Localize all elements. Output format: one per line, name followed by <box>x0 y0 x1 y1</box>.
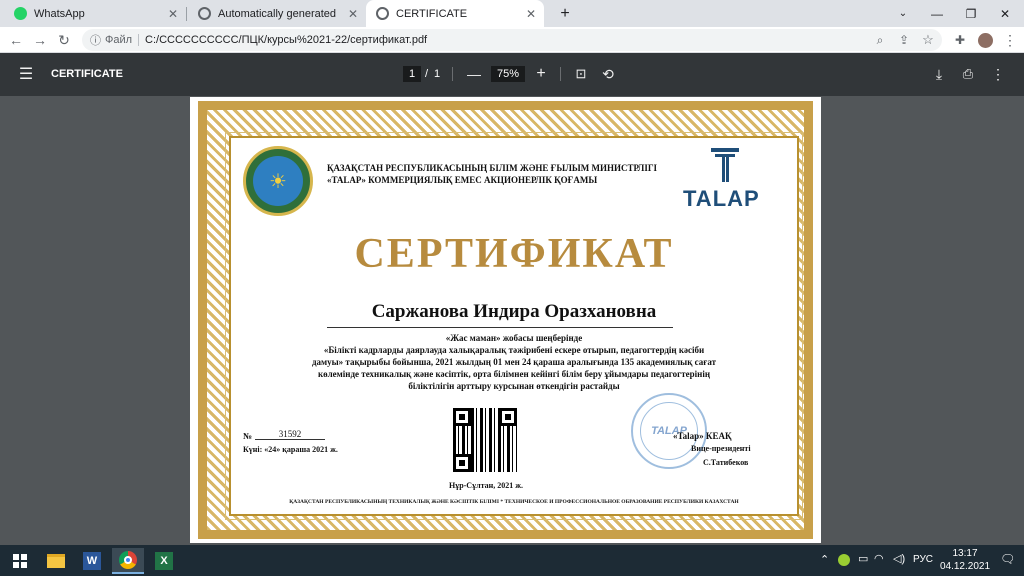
body-line: «Білікті кадрларды даярлауда халықаралық… <box>323 345 705 355</box>
zoom-icon[interactable]: ⌕ <box>870 30 890 50</box>
fit-to-page-icon[interactable]: ⊡ <box>570 63 592 85</box>
clock-time[interactable]: 13:17 <box>940 548 990 559</box>
signer-organization: «Talap» КЕАҚ <box>673 431 732 441</box>
ministry-emblem: ☀ <box>243 146 313 216</box>
download-icon[interactable]: ⤓ <box>928 63 950 85</box>
zoom-in-button[interactable]: + <box>530 63 552 85</box>
certificate-body: ☀ ҚАЗАҚСТАН РЕСПУБЛИКАСЫНЫҢ БІЛІМ ЖӘНЕ Ғ… <box>225 132 803 520</box>
new-tab-button[interactable]: + <box>548 0 582 27</box>
tab-certificate[interactable]: CERTIFICATE ✕ <box>366 0 544 27</box>
url-text: C:/СССССССССС/ПЦК/курсы%2021-22/сертифик… <box>145 34 428 46</box>
qr-code <box>451 406 519 474</box>
number-label: № <box>243 431 253 441</box>
windows-start-button[interactable] <box>4 548 36 574</box>
hamburger-menu-icon[interactable]: ☰ <box>15 63 37 85</box>
bookmark-star-icon[interactable]: ☆ <box>918 30 938 50</box>
back-button[interactable]: ← <box>6 30 26 50</box>
url-input[interactable]: ⓘ Файл C:/СССССССССС/ПЦК/курсы%2021-22/с… <box>82 29 942 51</box>
certificate-footer: ҚАЗАҚСТАН РЕСПУБЛИКАСЫНЫҢ ТЕХНИКАЛЫҚ ЖӘН… <box>289 499 739 505</box>
talap-logo-text: TALAP <box>683 186 760 211</box>
signer-title: Вице-президенті <box>691 444 751 453</box>
restore-button[interactable]: ❐ <box>954 0 988 27</box>
ornamental-border: ☀ ҚАЗАҚСТАН РЕСПУБЛИКАСЫНЫҢ БІЛІМ ЖӘНЕ Ғ… <box>198 101 813 539</box>
body-line: дамуы» тақырыбы бойынша, 2021 жылдың 01 … <box>311 357 717 367</box>
whatsapp-icon <box>14 7 27 20</box>
word-icon[interactable]: W <box>76 548 108 574</box>
zoom-out-button[interactable]: — <box>463 63 485 85</box>
globe-icon <box>376 7 389 20</box>
recipient-name: Саржанова Индира Оразхановна <box>371 301 657 322</box>
network-icon[interactable]: ▭ <box>858 552 868 565</box>
pdf-page: ☀ ҚАЗАҚСТАН РЕСПУБЛИКАСЫНЫҢ БІЛІМ ЖӘНЕ Ғ… <box>190 97 821 543</box>
menu-icon[interactable]: ⋮ <box>1000 30 1020 50</box>
reload-button[interactable]: ↻ <box>54 30 74 50</box>
certificate-heading: СЕРТИФИКАТ <box>354 231 674 277</box>
issue-date: Күні: «24» қараша 2021 ж. <box>243 445 338 454</box>
body-line: біліктілігін арттыру курсынан өткендігін… <box>408 381 620 391</box>
address-bar: ← → ↻ ⓘ Файл C:/СССССССССС/ПЦК/курсы%202… <box>0 27 1024 53</box>
info-icon[interactable]: ⓘ <box>90 32 101 48</box>
print-icon[interactable]: ⎙ <box>957 63 979 85</box>
globe-icon <box>198 7 211 20</box>
page-total: 1 <box>434 68 441 80</box>
talap-logo: TALAP <box>681 144 769 211</box>
close-tab-icon[interactable]: ✕ <box>348 7 358 21</box>
tab-strip: WhatsApp ✕ Automatically generated PDF f… <box>0 0 1024 27</box>
tab-title: Automatically generated PDF fro <box>218 7 340 20</box>
share-icon[interactable]: ⇪ <box>894 30 914 50</box>
pdf-toolbar: ☰ CERTIFICATE 1 / 1 — 75% + ⊡ ⟲ ⤓ ⎙ ⋮ <box>0 53 1024 96</box>
forward-button[interactable]: → <box>30 30 50 50</box>
file-label: Файл <box>105 34 133 46</box>
more-options-icon[interactable]: ⋮ <box>987 63 1009 85</box>
clock-date[interactable]: 04.12.2021 <box>938 561 992 572</box>
wifi-icon[interactable]: ◠ <box>874 552 884 565</box>
body-line: көлемінде техникалық және кәсіптік, орта… <box>317 369 711 379</box>
zoom-level-input[interactable]: 75% <box>491 66 525 82</box>
language-indicator[interactable]: РУС <box>913 554 933 565</box>
close-tab-icon[interactable]: ✕ <box>526 7 536 21</box>
tab-title: CERTIFICATE <box>396 7 468 20</box>
document-title: CERTIFICATE <box>51 68 123 80</box>
body-line: «Жас маман» жобасы шеңберінде <box>445 333 583 343</box>
page-number-input[interactable]: 1 <box>403 66 421 82</box>
city-date: Нұр-Сұлтан, 2021 ж. <box>448 481 524 490</box>
minimize-button[interactable]: — <box>920 0 954 27</box>
organization-name: «TALAP» КОММЕРЦИЯЛЫҚ ЕМЕС АКЦИОНЕРЛІК ҚО… <box>327 175 598 185</box>
tab-whatsapp[interactable]: WhatsApp ✕ <box>4 0 186 27</box>
tab-search-icon[interactable]: ⌄ <box>886 0 920 27</box>
page-separator: / <box>425 68 429 80</box>
tab-pdf-generator[interactable]: Automatically generated PDF fro ✕ <box>188 0 366 27</box>
notifications-icon[interactable]: 🗨 <box>1000 552 1015 566</box>
signer-name: С.Татибеков <box>703 458 749 467</box>
tray-chevron-icon[interactable]: ⌃ <box>820 553 829 566</box>
rotate-icon[interactable]: ⟲ <box>597 63 619 85</box>
extensions-icon[interactable]: ✚ <box>950 30 970 50</box>
name-underline <box>327 327 673 328</box>
tab-title: WhatsApp <box>34 7 85 20</box>
excel-icon[interactable]: X <box>148 548 180 574</box>
avatar[interactable] <box>975 30 995 50</box>
tray-app-icon[interactable] <box>838 554 850 566</box>
close-window-button[interactable]: ✕ <box>988 0 1022 27</box>
volume-icon[interactable]: ◁) <box>893 552 905 565</box>
file-explorer-icon[interactable] <box>40 548 72 574</box>
close-tab-icon[interactable]: ✕ <box>168 7 178 21</box>
chrome-icon[interactable] <box>112 548 144 574</box>
certificate-number: 31592 <box>255 429 325 440</box>
windows-taskbar: W X ⌃ ▭ ◠ ◁) РУС 13:17 04.12.2021 🗨 <box>0 545 1024 576</box>
ministry-name: ҚАЗАҚСТАН РЕСПУБЛИКАСЫНЫҢ БІЛІМ ЖӘНЕ ҒЫЛ… <box>327 163 658 173</box>
